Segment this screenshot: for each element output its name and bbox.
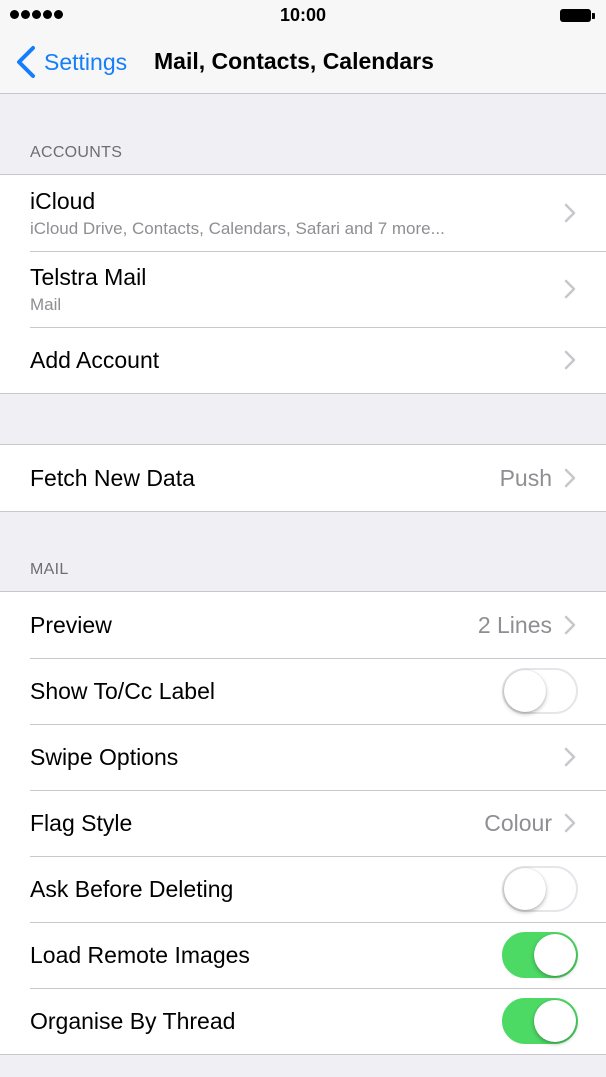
back-button-label: Settings (44, 48, 128, 75)
preview-value: 2 Lines (477, 611, 552, 638)
load-remote-images-toggle[interactable] (502, 932, 578, 978)
chevron-right-icon (564, 747, 576, 767)
chevron-right-icon (564, 813, 576, 833)
fetch-new-data-row[interactable]: Fetch New Data Push (0, 445, 606, 511)
chevron-right-icon (564, 203, 576, 223)
account-subtitle: Mail (30, 294, 62, 314)
preview-label: Preview (30, 611, 112, 638)
section-header-mail: MAIL (30, 561, 69, 578)
add-account-row[interactable]: Add Account (0, 327, 606, 393)
load-remote-images-row: Load Remote Images (0, 922, 606, 988)
load-remote-images-label: Load Remote Images (30, 941, 250, 968)
chevron-right-icon (564, 468, 576, 488)
ask-before-deleting-toggle[interactable] (502, 866, 578, 912)
fetch-new-data-label: Fetch New Data (30, 464, 195, 491)
chevron-right-icon (564, 350, 576, 370)
organise-by-thread-toggle[interactable] (502, 998, 578, 1044)
chevron-left-icon (17, 46, 35, 78)
account-row-icloud[interactable]: iCloud iCloud Drive, Contacts, Calendars… (0, 175, 606, 251)
flag-style-row[interactable]: Flag Style Colour (0, 790, 606, 856)
chevron-right-icon (564, 279, 576, 299)
show-to-cc-toggle[interactable] (502, 668, 578, 714)
show-to-cc-row: Show To/Cc Label (0, 658, 606, 724)
chevron-right-icon (564, 615, 576, 635)
ask-before-deleting-label: Ask Before Deleting (30, 875, 234, 902)
battery-icon (560, 9, 596, 22)
organise-by-thread-row: Organise By Thread (0, 988, 606, 1054)
preview-row[interactable]: Preview 2 Lines (0, 592, 606, 658)
fetch-group: Fetch New Data Push (0, 444, 606, 512)
add-account-label: Add Account (30, 346, 160, 373)
mail-group: Preview 2 Lines Show To/Cc Label Swipe O… (0, 591, 606, 1055)
page-title: Mail, Contacts, Calendars (154, 48, 434, 74)
organise-by-thread-label: Organise By Thread (30, 1007, 236, 1034)
fetch-new-data-value: Push (499, 464, 552, 491)
navigation-bar: Settings Mail, Contacts, Calendars (0, 30, 606, 94)
show-to-cc-label: Show To/Cc Label (30, 677, 215, 704)
status-bar: 10:00 (0, 0, 606, 30)
flag-style-label: Flag Style (30, 809, 133, 836)
status-time: 10:00 (279, 5, 327, 25)
swipe-options-label: Swipe Options (30, 743, 179, 770)
back-button[interactable]: Settings (14, 44, 127, 80)
account-row-telstra-mail[interactable]: Telstra Mail Mail (0, 251, 606, 327)
accounts-group: iCloud iCloud Drive, Contacts, Calendars… (0, 174, 606, 394)
section-header-accounts: ACCOUNTS (30, 144, 123, 161)
account-title: iCloud (30, 187, 96, 214)
account-title: Telstra Mail (30, 263, 147, 290)
flag-style-value: Colour (484, 809, 552, 836)
ask-before-deleting-row: Ask Before Deleting (0, 856, 606, 922)
account-subtitle: iCloud Drive, Contacts, Calendars, Safar… (30, 218, 445, 238)
swipe-options-row[interactable]: Swipe Options (0, 724, 606, 790)
